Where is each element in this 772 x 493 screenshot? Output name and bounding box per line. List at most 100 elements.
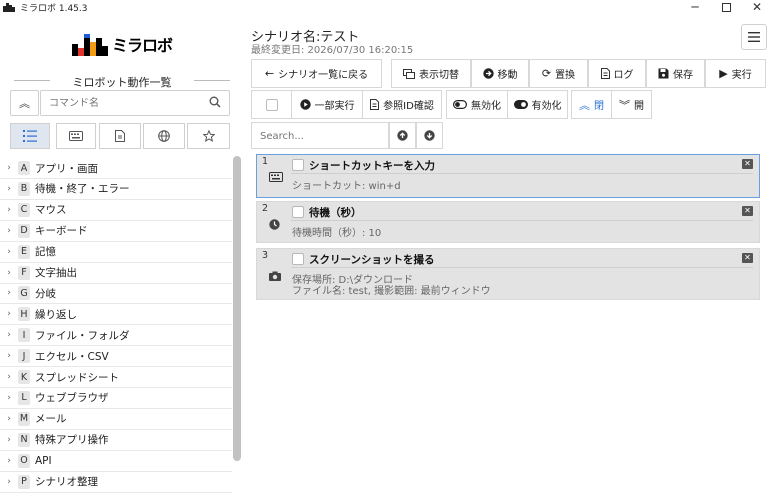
step-item[interactable]: 3 スクリーンショットを撮る ✕ 保存場所: D:\ダウンロード ファイル名: test…	[256, 248, 760, 300]
category-item[interactable]: › P シナリオ整理	[0, 472, 232, 493]
delete-icon[interactable]: ✕	[742, 206, 753, 216]
move-label: 移動	[497, 70, 518, 81]
save-icon	[658, 68, 669, 79]
chevron-right-icon: ›	[7, 413, 11, 424]
menu-button[interactable]	[741, 24, 767, 50]
step-checkbox[interactable]	[292, 159, 304, 171]
keyboard-icon	[69, 131, 83, 141]
category-label: 待機・終了・エラー	[35, 183, 130, 196]
chevron-right-icon: ›	[7, 392, 11, 403]
log-button[interactable]: ログ	[588, 59, 646, 88]
category-item[interactable]: › C マウス	[0, 200, 232, 221]
ref-id-button[interactable]: 参照ID確認	[362, 90, 442, 119]
partial-run-button[interactable]: 一部実行	[291, 90, 363, 119]
double-chevron-up-icon: ︽	[579, 98, 590, 112]
category-item[interactable]: › N 特殊アプリ操作	[0, 430, 232, 451]
category-letter: F	[18, 265, 30, 280]
step-detail: ショートカット: win+d	[292, 181, 401, 192]
delete-icon[interactable]: ✕	[742, 253, 753, 263]
tab-favorites[interactable]	[187, 123, 230, 149]
step-item[interactable]: 2 待機（秒） ✕ 待機時間（秒）: 10	[256, 201, 760, 243]
step-number: 2	[262, 203, 269, 214]
step-detail: ファイル名: test, 撮影範囲: 最前ウィンドウ	[292, 286, 491, 297]
close-icon: ✕	[751, 0, 763, 14]
category-item[interactable]: › K スプレッドシート	[0, 367, 232, 388]
step-search-input[interactable]	[260, 124, 380, 148]
command-search-input[interactable]	[49, 92, 209, 115]
category-letter: O	[18, 453, 30, 468]
step-divider	[291, 267, 753, 268]
category-item[interactable]: › O API	[0, 451, 232, 472]
chevron-right-icon: ›	[7, 225, 11, 236]
category-letter: J	[18, 349, 30, 364]
partial-run-label: 一部実行	[314, 101, 355, 112]
category-item[interactable]: › H 繰り返し	[0, 304, 232, 326]
category-label: ウェブブラウザ	[35, 392, 109, 405]
step-checkbox[interactable]	[292, 253, 304, 265]
tab-keyboard[interactable]	[56, 123, 96, 149]
enable-button[interactable]: 有効化	[507, 90, 568, 119]
camera-icon	[269, 271, 281, 281]
category-item[interactable]: › L ウェブブラウザ	[0, 388, 232, 409]
chevron-right-icon: ›	[7, 372, 11, 382]
category-item[interactable]: › G 分岐	[0, 283, 232, 305]
hamburger-icon	[748, 32, 760, 42]
category-label: アプリ・画面	[35, 162, 98, 175]
category-item[interactable]: › B 待機・終了・エラー	[0, 179, 232, 200]
chevron-right-icon: ›	[7, 330, 11, 341]
category-item[interactable]: › J エクセル・CSV	[0, 346, 232, 368]
category-label: エクセル・CSV	[35, 350, 109, 363]
category-letter: G	[18, 286, 30, 301]
globe-icon	[158, 130, 170, 142]
arrow-left-icon: ←	[264, 67, 275, 80]
tab-web[interactable]	[143, 123, 185, 149]
category-item[interactable]: › D キーボード	[0, 221, 232, 242]
collapse-label: 閉	[594, 101, 604, 112]
maximize-button[interactable]	[711, 0, 741, 14]
step-checkbox[interactable]	[292, 206, 304, 218]
save-label: 保存	[673, 70, 693, 81]
select-all-button[interactable]	[251, 90, 292, 119]
search-prev-button[interactable]	[389, 122, 416, 149]
step-detail: 待機時間（秒）: 10	[292, 228, 382, 239]
collapse-all-button[interactable]: ︽	[10, 90, 39, 116]
close-button[interactable]: ✕	[742, 0, 772, 14]
app-logo-icon	[3, 2, 17, 12]
arrow-circle-right-icon	[482, 68, 494, 79]
star-icon	[202, 130, 215, 142]
category-item[interactable]: › M メール	[0, 409, 232, 430]
run-button[interactable]: ▶ 実行	[705, 59, 766, 88]
category-item[interactable]: › F 文字抽出	[0, 263, 232, 284]
category-item[interactable]: › E 記憶	[0, 242, 232, 263]
tab-file[interactable]	[99, 123, 141, 149]
search-next-button[interactable]	[416, 122, 443, 149]
category-letter: K	[18, 370, 30, 384]
play-circle-icon	[299, 99, 311, 110]
log-label: ログ	[613, 70, 634, 81]
tab-list[interactable]	[10, 123, 50, 149]
minimize-button[interactable]: ─	[680, 0, 710, 14]
chevron-right-icon: ›	[7, 351, 11, 362]
disable-label: 無効化	[471, 101, 501, 112]
logo-icon	[72, 34, 108, 56]
chevron-right-icon: ›	[7, 476, 11, 487]
save-button[interactable]: 保存	[646, 59, 705, 88]
sidebar-scrollbar[interactable]	[233, 156, 241, 461]
expand-steps-button[interactable]: ︾ 開	[611, 90, 652, 119]
delete-icon[interactable]: ✕	[742, 159, 753, 169]
search-icon[interactable]	[209, 96, 221, 108]
category-item[interactable]: › A アプリ・画面	[0, 158, 232, 179]
step-item[interactable]: 1 ショートカットキーを入力 ✕ ショートカット: win+d	[256, 154, 760, 198]
category-item[interactable]: › I ファイル・フォルダ	[0, 325, 232, 347]
back-to-list-button[interactable]: ← シナリオ一覧に戻る	[251, 59, 382, 88]
category-letter: L	[18, 390, 30, 405]
disable-button[interactable]: 無効化	[446, 90, 508, 119]
move-button[interactable]: 移動	[471, 59, 529, 88]
document-icon	[370, 99, 380, 110]
category-letter: P	[18, 474, 30, 489]
view-toggle-button[interactable]: 表示切替	[391, 59, 471, 88]
replace-button[interactable]: ⟳ 置換	[529, 59, 588, 88]
select-all-checkbox[interactable]	[265, 98, 278, 111]
step-title: 待機（秒）	[309, 207, 362, 219]
collapse-steps-button[interactable]: ︽ 閉	[571, 90, 612, 119]
